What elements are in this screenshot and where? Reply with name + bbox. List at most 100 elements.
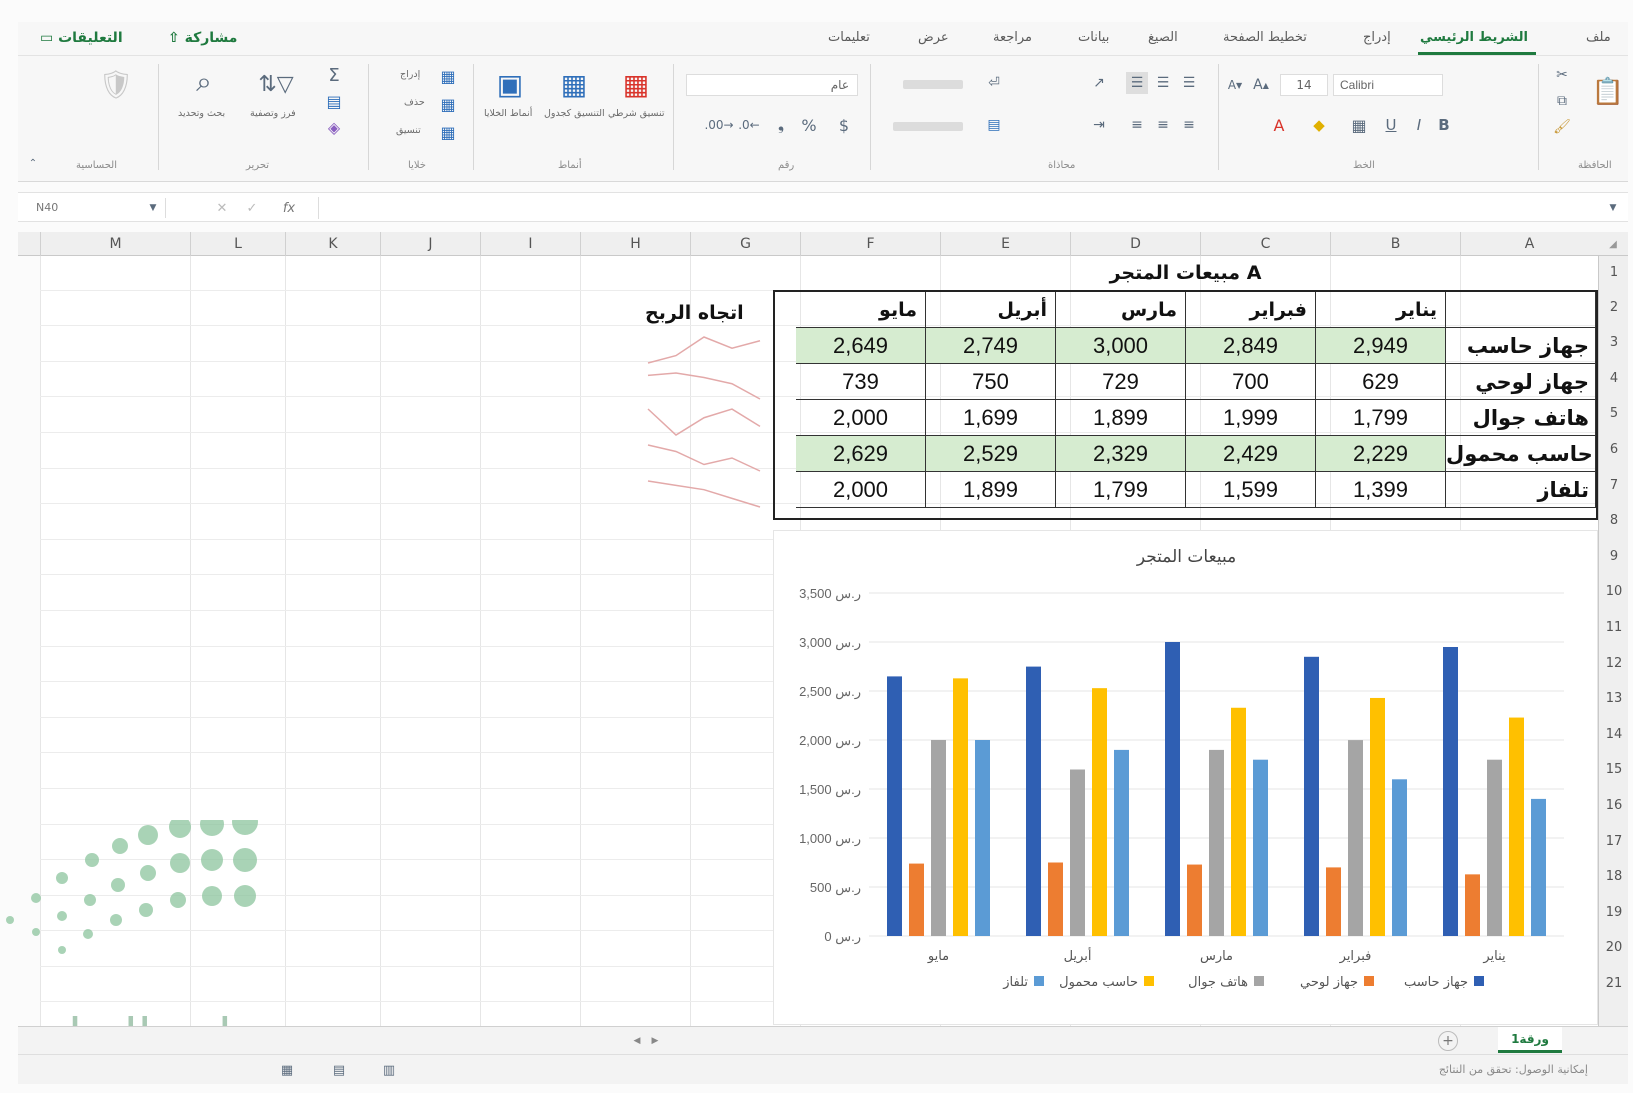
bar[interactable] xyxy=(1070,769,1085,936)
align-right-icon[interactable]: ≡ xyxy=(1178,114,1200,136)
column-header-J[interactable]: J xyxy=(380,232,480,256)
decrease-decimal-icon[interactable]: .00→ xyxy=(704,114,733,136)
table-cell[interactable]: 1,399 xyxy=(1316,472,1446,508)
tab-review[interactable]: مراجعة xyxy=(993,30,1032,45)
decrease-font-icon[interactable]: A ▼ xyxy=(1224,74,1246,96)
row-header-17[interactable]: 17 xyxy=(1599,824,1629,859)
fill-color-icon[interactable]: ◆ xyxy=(1308,114,1330,136)
bar[interactable] xyxy=(953,678,968,936)
find-select-icon[interactable]: ⌕ xyxy=(186,64,222,100)
bar[interactable] xyxy=(887,676,902,936)
bar[interactable] xyxy=(1114,749,1129,936)
bar[interactable] xyxy=(1165,642,1180,936)
sensitivity-icon[interactable]: 🛡 xyxy=(98,66,134,102)
table-cell[interactable]: 629 xyxy=(1316,364,1446,400)
conditional-formatting-icon[interactable]: ▦ xyxy=(618,66,654,102)
format-painter-icon[interactable]: 🖌 xyxy=(1553,118,1571,136)
bar[interactable] xyxy=(1531,798,1546,936)
comments-button[interactable]: ▭ التعليقات xyxy=(40,30,123,46)
table-cell[interactable]: 739 xyxy=(796,364,926,400)
bar[interactable] xyxy=(1304,656,1319,936)
format-cells-icon[interactable]: ▦ xyxy=(438,122,458,142)
table-cell[interactable]: 1,999 xyxy=(1186,400,1316,436)
format-as-table-label[interactable]: التنسيق كجدول xyxy=(544,108,605,119)
page-break-view-icon[interactable]: ▥ xyxy=(380,1061,398,1079)
increase-font-icon[interactable]: A ▲ xyxy=(1250,74,1272,96)
table-cell[interactable]: 2,529 xyxy=(926,436,1056,472)
column-header-H[interactable]: H xyxy=(580,232,690,256)
copy-icon[interactable]: ⧉ xyxy=(1553,92,1571,110)
bar[interactable] xyxy=(1465,874,1480,936)
underline-icon[interactable]: U xyxy=(1380,114,1402,136)
bar[interactable] xyxy=(1443,646,1458,936)
clear-icon[interactable]: ◈ xyxy=(323,116,345,138)
align-center-icon[interactable]: ≡ xyxy=(1152,114,1174,136)
sheet-tab[interactable]: ورقة1 xyxy=(1498,1027,1562,1053)
bold-icon[interactable]: B xyxy=(1433,114,1455,136)
table-cell[interactable]: 2,329 xyxy=(1056,436,1186,472)
font-size-box[interactable]: 14 xyxy=(1280,74,1328,96)
enter-icon[interactable]: ✓ xyxy=(244,198,260,218)
currency-icon[interactable]: $ xyxy=(833,114,855,136)
row-header-13[interactable]: 13 xyxy=(1599,681,1629,717)
scroll-right-icon[interactable]: ▶ xyxy=(648,1033,662,1049)
increase-decimal-icon[interactable]: .0← xyxy=(738,114,760,136)
column-header-D[interactable]: D xyxy=(1070,232,1200,256)
sales-chart[interactable]: مبيعات المتجر 0 ر.س 500 ر.س 1,000 ر.س 1,500… xyxy=(773,530,1598,1025)
table-cell[interactable]: 700 xyxy=(1186,364,1316,400)
bar[interactable] xyxy=(975,740,990,936)
column-header-I[interactable]: I xyxy=(480,232,580,256)
cell-styles-icon[interactable]: ▣ xyxy=(492,66,528,102)
row-header-2[interactable]: 2 xyxy=(1599,290,1629,325)
row-header-6[interactable]: 6 xyxy=(1599,432,1629,468)
table-cell[interactable]: 1,799 xyxy=(1316,400,1446,436)
autosum-icon[interactable]: Σ xyxy=(323,64,345,86)
wrap-text-icon[interactable]: ⏎ xyxy=(983,72,1005,94)
number-format-box[interactable]: عام xyxy=(686,74,858,96)
tab-formulas[interactable]: الصيغ xyxy=(1148,30,1178,45)
tab-view[interactable]: عرض xyxy=(918,30,949,45)
bar[interactable] xyxy=(1348,740,1363,936)
insert-function-icon[interactable]: fx xyxy=(278,198,300,218)
bar[interactable] xyxy=(1026,666,1041,936)
fill-icon[interactable]: ▤ xyxy=(323,90,345,112)
column-header-G[interactable]: G xyxy=(690,232,800,256)
sort-filter-icon[interactable]: ⇅▽ xyxy=(256,66,296,102)
insert-cells-label[interactable]: إدراج xyxy=(400,69,420,80)
table-cell[interactable]: 750 xyxy=(926,364,1056,400)
table-cell[interactable]: 2,229 xyxy=(1316,436,1446,472)
row-header-7[interactable]: 7 xyxy=(1599,468,1629,503)
bar[interactable] xyxy=(1326,867,1341,936)
row-header-5[interactable]: 5 xyxy=(1599,396,1629,432)
select-all-corner[interactable]: ◢ xyxy=(1598,232,1628,256)
normal-view-icon[interactable]: ▦ xyxy=(278,1061,296,1079)
share-button[interactable]: ⇧ مشاركة xyxy=(168,30,237,46)
row-header-11[interactable]: 11 xyxy=(1599,610,1629,646)
table-cell[interactable]: 1,899 xyxy=(926,472,1056,508)
format-cells-label[interactable]: تنسيق xyxy=(396,125,421,136)
table-cell[interactable]: 3,000 xyxy=(1056,328,1186,364)
tab-data[interactable]: بيانات xyxy=(1078,30,1109,45)
font-color-icon[interactable]: A xyxy=(1268,114,1290,136)
bar[interactable] xyxy=(1487,759,1502,936)
insert-cells-icon[interactable]: ▦ xyxy=(438,66,458,86)
delete-cells-label[interactable]: حذف xyxy=(404,97,425,108)
bar[interactable] xyxy=(1092,688,1107,936)
table-cell[interactable]: 2,949 xyxy=(1316,328,1446,364)
expand-formula-icon[interactable]: ▼ xyxy=(1606,199,1620,217)
column-header-C[interactable]: C xyxy=(1200,232,1330,256)
row-header-8[interactable]: 8 xyxy=(1599,503,1629,539)
borders-icon[interactable]: ▦ xyxy=(1348,114,1370,136)
italic-icon[interactable]: I xyxy=(1408,114,1430,136)
table-cell[interactable]: 1,599 xyxy=(1186,472,1316,508)
indent-icon[interactable]: ⇥ xyxy=(1088,114,1110,136)
tab-help[interactable]: تعليمات xyxy=(828,30,870,45)
tab-file[interactable]: ملف xyxy=(1586,30,1611,45)
tab-home[interactable]: الشريط الرئيسي xyxy=(1420,30,1528,45)
orientation-icon[interactable]: ↗ xyxy=(1088,72,1110,94)
row-header-20[interactable]: 20 xyxy=(1599,930,1629,966)
row-header-14[interactable]: 14 xyxy=(1599,717,1629,752)
collapse-ribbon-icon[interactable]: ⌃ xyxy=(26,156,40,170)
bar[interactable] xyxy=(931,740,946,936)
scroll-left-icon[interactable]: ◀ xyxy=(630,1033,644,1049)
